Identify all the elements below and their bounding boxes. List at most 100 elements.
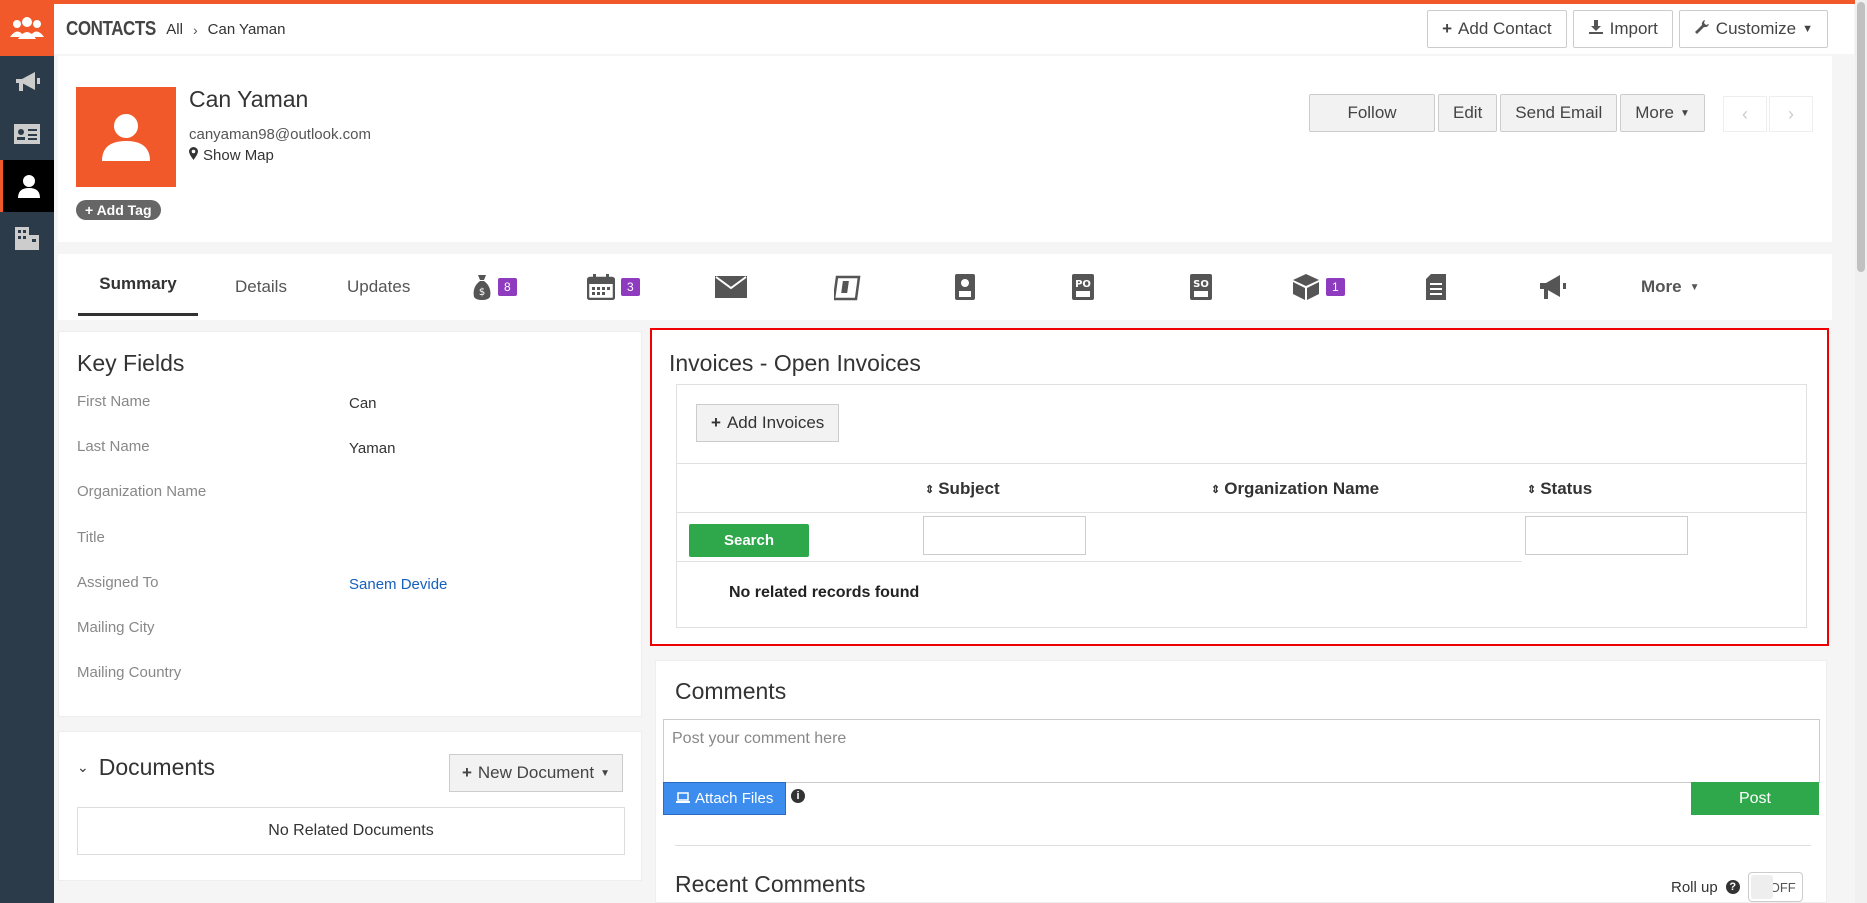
contact-email[interactable]: canyaman98@outlook.com <box>189 126 371 143</box>
caret-down-icon: ▼ <box>600 767 610 779</box>
tab-details[interactable]: Details <box>235 254 287 320</box>
related-tabs: Summary Details Updates $ 8 3 PO SO 1 Mo… <box>58 254 1832 320</box>
new-document-button[interactable]: + New Document ▼ <box>448 754 623 792</box>
tab-campaigns[interactable] <box>1538 254 1568 320</box>
divider <box>677 561 1522 562</box>
module-title[interactable]: CONTACTS <box>66 18 156 41</box>
tab-quotes[interactable] <box>954 254 976 320</box>
products-count-badge: 1 <box>1326 278 1345 296</box>
add-contact-label: Add Contact <box>1458 19 1552 38</box>
chevron-right-icon: › <box>1788 103 1794 124</box>
field-label: Mailing City <box>77 619 155 636</box>
tab-emails[interactable] <box>715 254 747 320</box>
caret-down-icon: ▼ <box>1679 107 1690 119</box>
rollup-toggle[interactable]: OFF <box>1747 872 1803 902</box>
money-bag-icon: $ <box>472 273 492 301</box>
field-value[interactable]: Yaman <box>349 440 395 457</box>
field-label: First Name <box>77 393 151 410</box>
sort-icon: ⇕ <box>1211 483 1221 496</box>
help-icon[interactable]: ? <box>1725 880 1740 894</box>
plus-icon: + <box>711 413 721 432</box>
next-record-button[interactable]: › <box>1769 96 1813 132</box>
tab-sales-orders[interactable]: SO <box>1189 254 1213 320</box>
more-actions-button[interactable]: More ▼ <box>1620 94 1705 132</box>
scrollbar-thumb[interactable] <box>1857 2 1865 272</box>
plus-icon: + <box>461 763 472 782</box>
info-icon[interactable]: i <box>791 789 805 803</box>
tab-tickets[interactable] <box>834 254 862 320</box>
person-icon <box>102 114 150 161</box>
field-label: Assigned To <box>77 574 159 591</box>
envelope-icon <box>715 276 747 298</box>
subject-filter-input[interactable] <box>923 516 1086 555</box>
contact-name: Can Yaman <box>189 86 309 112</box>
invoice-document-icon <box>1425 273 1447 301</box>
page-scrollbar[interactable] <box>1855 0 1867 903</box>
app-logo-icon[interactable] <box>0 0 54 56</box>
crumb-record[interactable]: Can Yaman <box>208 21 286 38</box>
tab-more[interactable]: More ▼ <box>1641 254 1700 320</box>
add-tag-label: Add Tag <box>96 202 152 218</box>
rollup-label: Roll up <box>1671 878 1718 896</box>
attach-files-label: Attach Files <box>695 790 774 807</box>
column-label: Organization Name <box>1224 479 1380 498</box>
show-map-label: Show Map <box>203 147 274 164</box>
marketing-megaphone-icon[interactable] <box>0 56 54 108</box>
post-comment-button[interactable]: Post <box>1691 782 1819 815</box>
customize-label: Customize <box>1715 19 1797 38</box>
tab-deals[interactable]: $ 8 <box>472 254 517 320</box>
no-documents-message: No Related Documents <box>77 807 625 855</box>
svg-text:PO: PO <box>1075 279 1091 290</box>
import-button[interactable]: Import <box>1572 10 1673 48</box>
assigned-user-link[interactable]: Sanem Devide <box>349 576 447 593</box>
crumb-all[interactable]: All <box>166 21 183 38</box>
chevron-down-icon[interactable]: ⌄ <box>77 759 89 776</box>
tab-products[interactable]: 1 <box>1292 254 1345 320</box>
send-email-button[interactable]: Send Email <box>1500 94 1618 132</box>
contact-avatar <box>76 87 176 187</box>
attach-files-button[interactable]: Attach Files <box>663 782 787 815</box>
topbar: CONTACTS › All › Can Yaman + Add Contact… <box>54 4 1854 54</box>
tab-more-label: More <box>1641 277 1682 296</box>
column-label: Subject <box>938 479 1000 498</box>
sort-icon: ⇕ <box>925 483 935 496</box>
tab-calendar[interactable]: 3 <box>587 254 640 320</box>
documents-header[interactable]: ⌄ Documents <box>77 754 215 781</box>
column-header-subject[interactable]: ⇕ Subject <box>925 479 1000 499</box>
quote-document-icon <box>954 273 976 301</box>
megaphone-icon <box>1538 273 1568 301</box>
column-header-organization-name[interactable]: ⇕ Organization Name <box>1211 479 1379 499</box>
leads-card-icon[interactable] <box>0 108 54 160</box>
add-invoices-button[interactable]: + Add Invoices <box>696 404 840 442</box>
field-label: Title <box>77 529 105 546</box>
ticket-icon <box>834 273 862 301</box>
svg-text:$: $ <box>479 287 485 298</box>
field-label: Organization Name <box>77 483 207 500</box>
search-button[interactable]: Search <box>689 524 809 557</box>
documents-panel: ⌄ Documents + New Document ▼ No Related … <box>58 731 642 881</box>
column-header-status[interactable]: ⇕ Status <box>1527 479 1592 499</box>
field-value[interactable]: Can <box>349 395 377 412</box>
status-filter-input[interactable] <box>1525 516 1688 555</box>
comment-textarea[interactable]: Post your comment here <box>663 719 1820 783</box>
tab-purchase-orders[interactable]: PO <box>1071 254 1095 320</box>
edit-button[interactable]: Edit <box>1438 94 1498 132</box>
contacts-person-icon[interactable] <box>0 160 54 212</box>
tab-summary[interactable]: Summary <box>78 254 198 316</box>
tab-invoices[interactable] <box>1425 254 1447 320</box>
show-map-link[interactable]: Show Map <box>189 147 274 164</box>
more-label: More <box>1635 103 1674 122</box>
follow-button[interactable]: Follow <box>1309 94 1435 132</box>
calendar-count-badge: 3 <box>621 278 640 296</box>
breadcrumb: CONTACTS › All › Can Yaman <box>66 18 285 41</box>
add-tag-button[interactable]: + Add Tag <box>76 200 161 220</box>
add-contact-button[interactable]: + Add Contact <box>1427 10 1567 48</box>
previous-record-button[interactable]: ‹ <box>1723 96 1767 132</box>
tab-updates[interactable]: Updates <box>347 254 410 320</box>
map-marker-icon <box>189 147 198 164</box>
customize-button[interactable]: Customize ▼ <box>1678 10 1828 48</box>
purchase-order-icon: PO <box>1071 273 1095 301</box>
chevron-right-icon: › <box>192 21 198 38</box>
recent-comments-title: Recent Comments <box>675 871 866 897</box>
organizations-building-icon[interactable] <box>0 212 54 264</box>
